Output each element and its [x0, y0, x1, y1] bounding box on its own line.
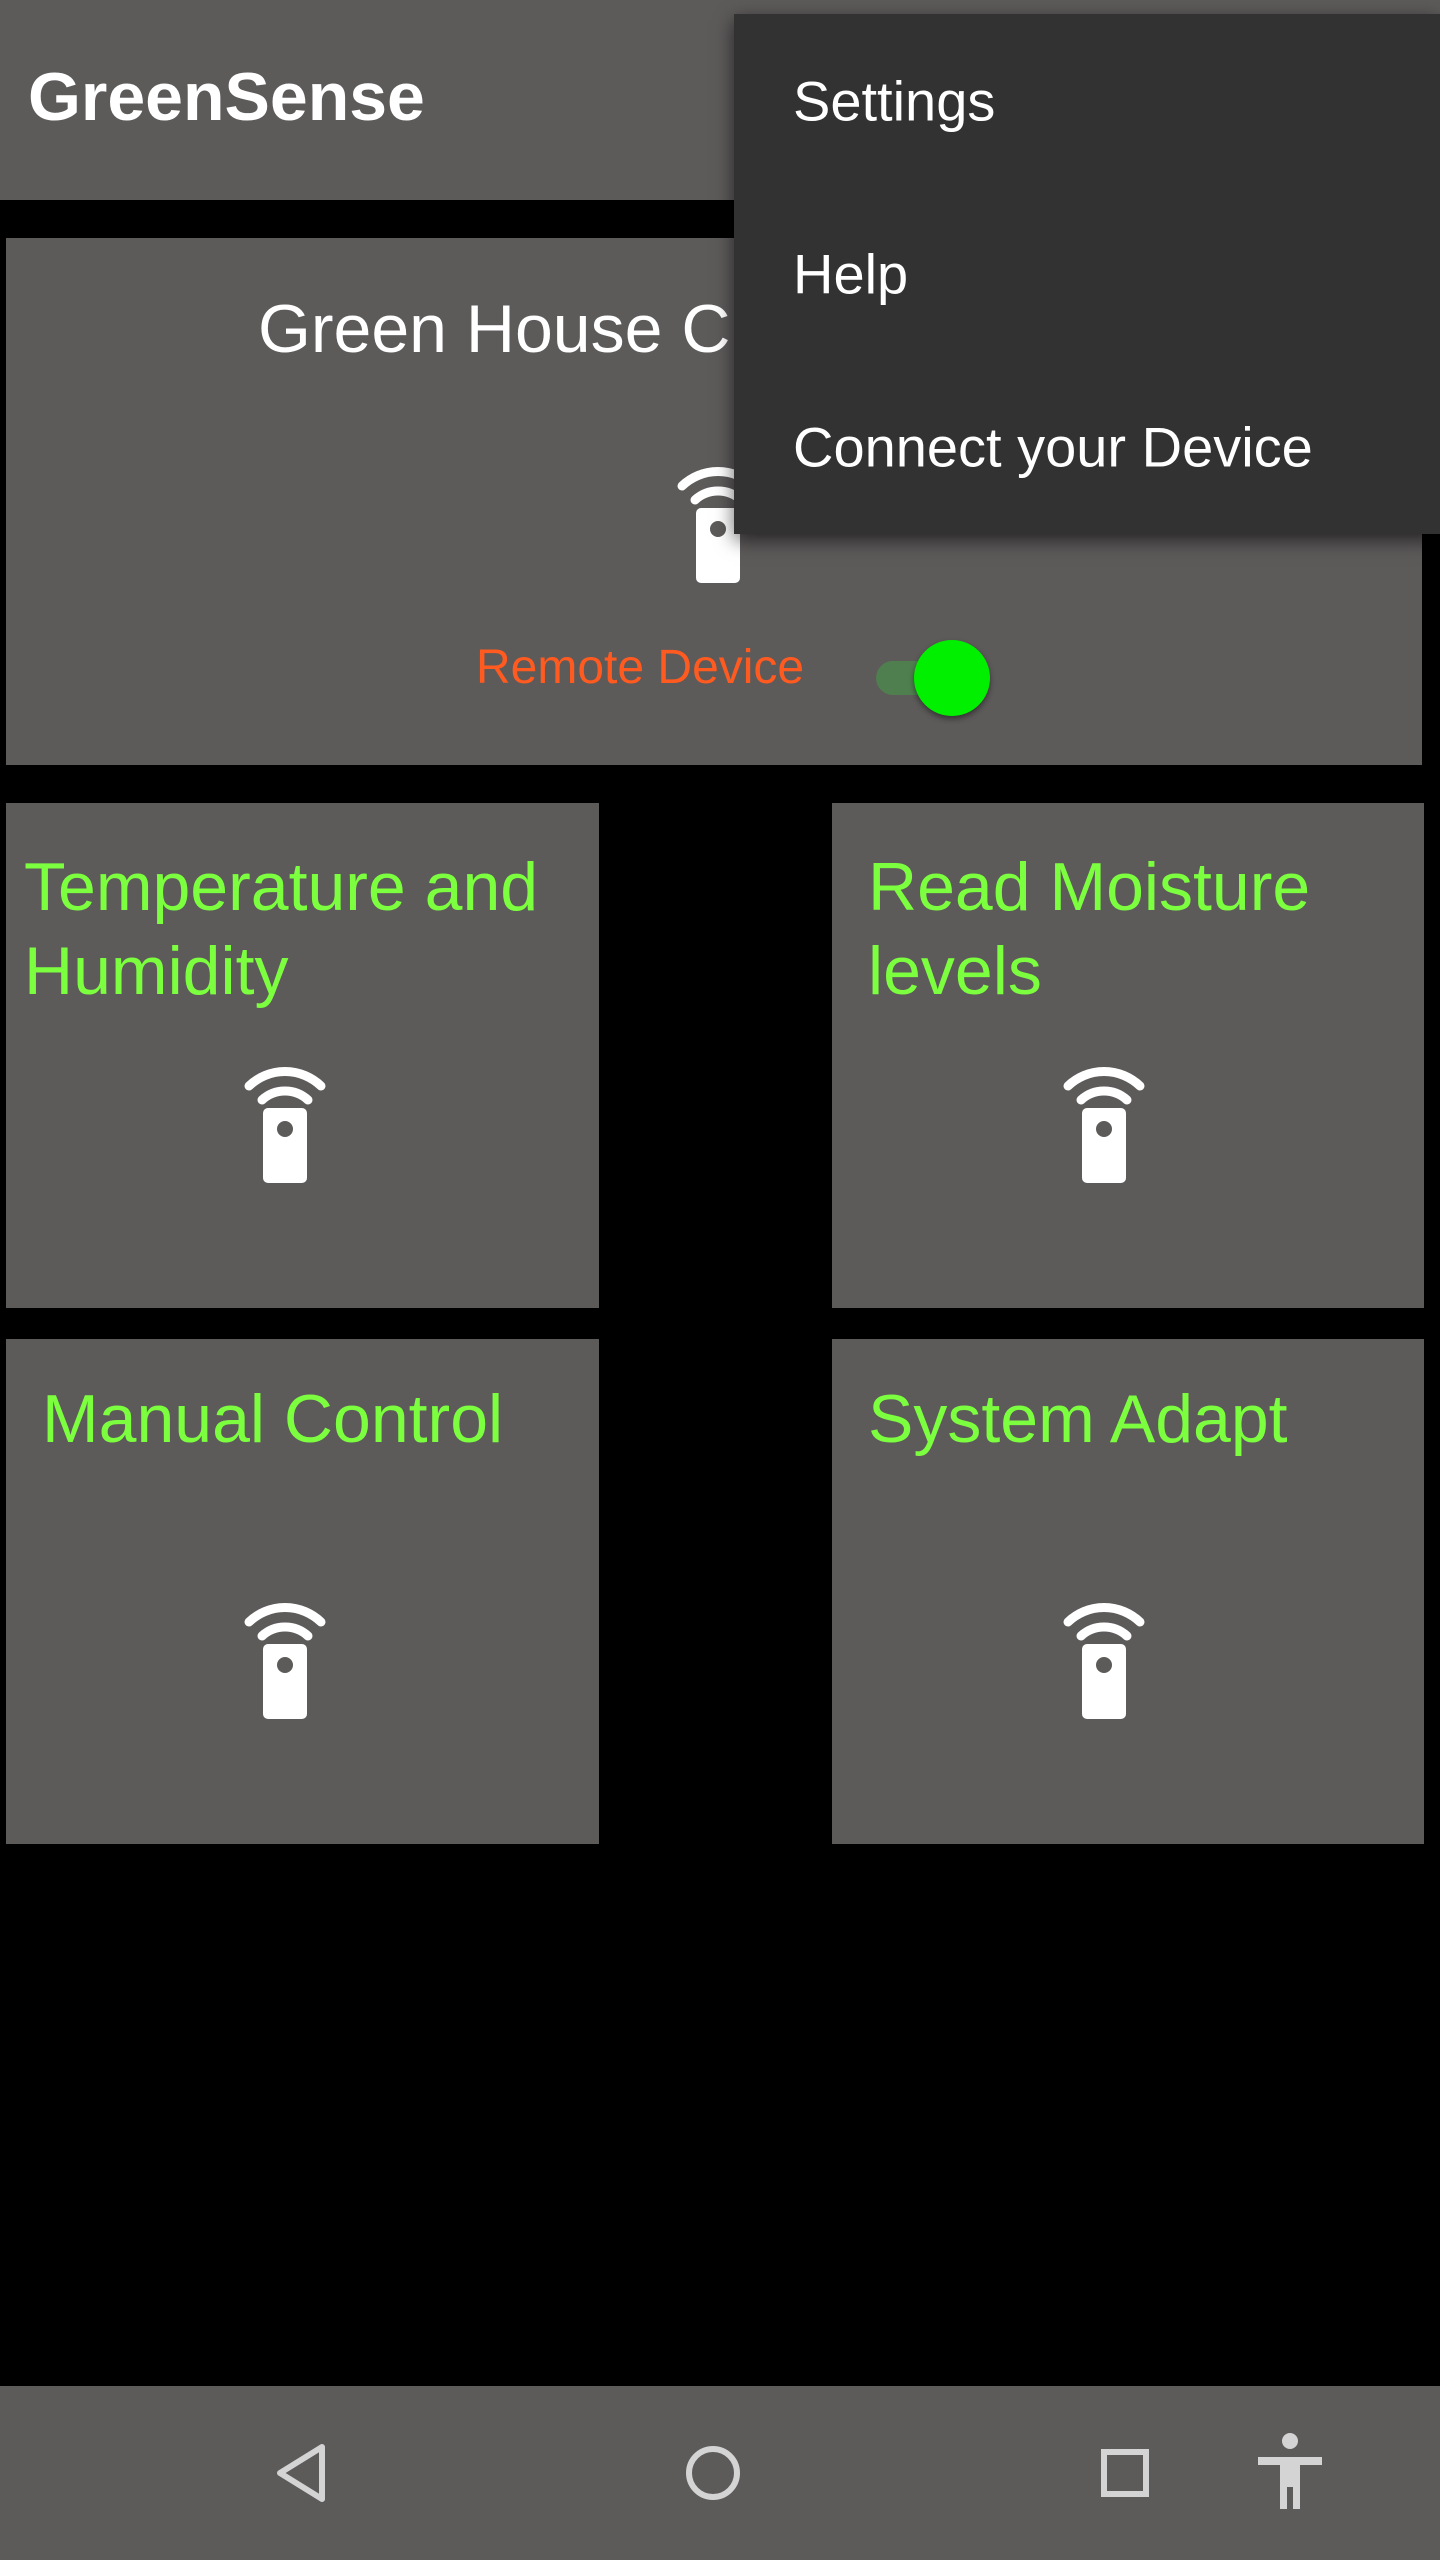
overflow-menu: Settings Help Connect your Device — [734, 14, 1440, 534]
system-nav-bar — [0, 2386, 1440, 2560]
recents-icon — [1101, 2449, 1149, 2497]
back-icon — [277, 2444, 325, 2502]
back-button[interactable] — [252, 2423, 352, 2523]
menu-item-connect-device[interactable]: Connect your Device — [734, 360, 1440, 533]
tile-title: System Adapt — [868, 1381, 1288, 1457]
menu-item-help[interactable]: Help — [734, 187, 1440, 360]
remote-device-toggle[interactable] — [868, 638, 994, 718]
tile-title: Read Moisture levels — [868, 849, 1311, 1009]
menu-item-label: Help — [793, 242, 909, 305]
remote-device-icon — [1063, 1603, 1145, 1719]
manual-control-tile[interactable]: Manual Control — [6, 1339, 599, 1844]
remote-device-icon — [1063, 1067, 1145, 1183]
app-title: GreenSense — [28, 59, 425, 135]
toggle-thumb — [914, 640, 990, 716]
remote-device-icon — [244, 1603, 326, 1719]
remote-device-label: Remote Device — [476, 641, 805, 694]
accessibility-icon — [1258, 2433, 1322, 2509]
system-adapt-tile[interactable]: System Adapt — [832, 1339, 1424, 1844]
menu-item-label: Connect your Device — [793, 415, 1313, 478]
menu-item-settings[interactable]: Settings — [734, 14, 1440, 187]
greenhouse-card-title: Green House C — [258, 291, 731, 367]
home-button[interactable] — [663, 2423, 763, 2523]
screen: GreenSense Green House C Remote Device T… — [0, 0, 1440, 2560]
menu-item-label: Settings — [793, 69, 996, 132]
tile-title: Manual Control — [42, 1381, 504, 1457]
accessibility-button[interactable] — [1240, 2423, 1340, 2523]
remote-device-icon — [244, 1067, 326, 1183]
temperature-humidity-tile[interactable]: Temperature and Humidity — [6, 803, 599, 1308]
home-icon — [686, 2446, 740, 2500]
tile-title: Temperature and Humidity — [24, 849, 539, 1009]
read-moisture-tile[interactable]: Read Moisture levels — [832, 803, 1424, 1308]
recents-button[interactable] — [1075, 2423, 1175, 2523]
